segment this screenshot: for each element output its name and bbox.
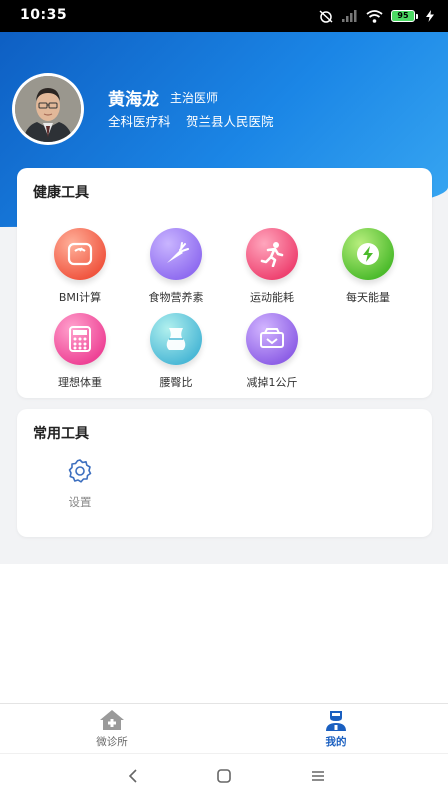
home-square-icon (217, 769, 231, 783)
doctor-hospital: 贺兰县人民医院 (186, 114, 274, 129)
home-button[interactable] (212, 766, 236, 786)
tool-label: 运动能耗 (250, 291, 294, 304)
doctor-profile-icon (326, 711, 346, 731)
tab-label: 我的 (325, 736, 347, 748)
carrot-icon (150, 228, 202, 280)
status-time: 10:35 (20, 7, 68, 23)
doctor-department: 全科医疗科 (108, 114, 171, 129)
menu-button[interactable] (306, 766, 330, 786)
wifi-icon (366, 9, 383, 23)
tab-mine[interactable]: 我的 (296, 709, 376, 749)
tool-bmi[interactable]: BMI计算 (32, 228, 128, 305)
tool-label: 理想体重 (58, 376, 102, 389)
battery-level: 95 (391, 10, 415, 22)
status-icons: 95 (318, 8, 434, 24)
avatar[interactable] (12, 73, 96, 145)
doctor-name: 黄海龙 (108, 90, 159, 110)
weight-loss-icon (246, 313, 298, 365)
health-tools-title: 健康工具 (33, 185, 89, 201)
health-tools-card: 健康工具 BMI计算 食物营养素 运动能耗 每天能量 理想体重 腰臀比 减掉1公… (17, 168, 432, 398)
charging-icon (426, 10, 434, 22)
signal-icon (342, 10, 357, 22)
home-clinic-icon (100, 710, 124, 730)
tool-label: 食物营养素 (148, 291, 204, 304)
back-button[interactable] (121, 766, 145, 786)
tool-label: 腰臀比 (159, 376, 193, 389)
alarm-off-icon (319, 10, 333, 23)
tool-ideal-weight[interactable]: 理想体重 (32, 313, 128, 390)
system-nav-bar (0, 753, 448, 798)
menu-icon (312, 771, 324, 781)
gear-icon[interactable] (67, 458, 93, 484)
doctor-title: 主治医师 (170, 91, 219, 105)
doctor-photo (15, 76, 81, 142)
calculator-icon (54, 313, 106, 365)
back-icon (128, 769, 137, 783)
common-tools-title: 常用工具 (33, 426, 89, 442)
tool-daily-energy[interactable]: 每天能量 (320, 228, 416, 305)
tool-label: 减掉1公斤 (246, 376, 298, 389)
tool-food-nutrition[interactable]: 食物营养素 (128, 228, 224, 305)
tab-label: 微诊所 (96, 736, 128, 748)
tool-waist-hip-ratio[interactable]: 腰臀比 (128, 313, 224, 390)
lightning-icon (342, 228, 394, 280)
tool-label: BMI计算 (58, 291, 102, 304)
tab-clinic[interactable]: 微诊所 (72, 709, 152, 749)
settings-label[interactable]: 设置 (50, 494, 110, 510)
runner-icon (246, 228, 298, 280)
battery-icon: 95 (391, 10, 418, 22)
waist-icon (150, 313, 202, 365)
scale-icon (54, 228, 106, 280)
status-bar: 10:35 95 (0, 0, 448, 32)
bottom-tab-bar: 微诊所 我的 (0, 703, 448, 753)
tool-label: 每天能量 (346, 291, 390, 304)
tool-exercise-energy[interactable]: 运动能耗 (224, 228, 320, 305)
tool-lose-1kg[interactable]: 减掉1公斤 (224, 313, 320, 390)
